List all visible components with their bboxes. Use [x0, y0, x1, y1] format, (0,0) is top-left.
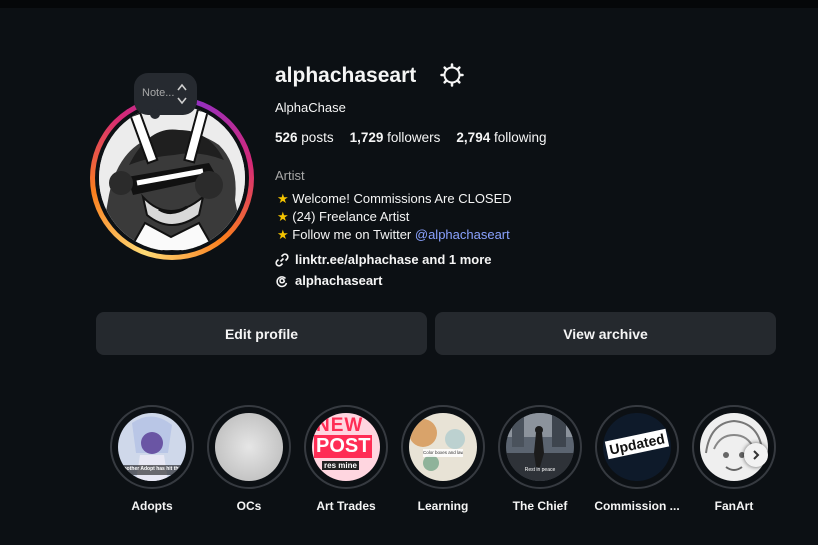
note-scroll-icon — [177, 83, 187, 105]
highlight-ocs[interactable]: OCs — [205, 405, 293, 513]
profile-bio: ★ Welcome! Commissions Are CLOSED ★ (24)… — [277, 190, 512, 244]
highlight-art-trades[interactable]: NEW POST res mine Art Trades — [302, 405, 390, 513]
highlight-ring — [207, 405, 291, 489]
story-highlights: Another Adopt has hit the shop Adopts OC… — [108, 405, 778, 525]
avatar-image — [99, 105, 245, 251]
highlight-caption: res mine — [322, 461, 359, 470]
highlight-caption: POST — [314, 435, 373, 458]
threads-link[interactable]: alphachaseart — [275, 273, 382, 288]
view-archive-button[interactable]: View archive — [435, 312, 776, 355]
note-text: Note... — [142, 87, 175, 99]
profile-full-name: AlphaChase — [275, 100, 346, 115]
highlight-label: Commission ... — [594, 499, 680, 513]
note-bubble[interactable]: Note... — [134, 73, 197, 115]
bio-line: ★ Follow me on Twitter @alphachaseart — [277, 226, 512, 244]
highlight-the-chief[interactable]: Rest in peace The Chief — [496, 405, 584, 513]
highlight-cover: NEW POST res mine — [312, 413, 380, 481]
edit-profile-button[interactable]: Edit profile — [96, 312, 427, 355]
bio-line: ★ Welcome! Commissions Are CLOSED — [277, 190, 512, 208]
highlight-learning[interactable]: Color boxes and laws Learning — [399, 405, 487, 513]
highlight-cover: Rest in peace — [506, 413, 574, 481]
highlight-caption: Another Adopt has hit the shop — [120, 466, 184, 472]
highlight-caption: Updated — [604, 428, 670, 460]
gear-icon[interactable] — [440, 63, 464, 87]
chevron-right-icon[interactable] — [744, 443, 768, 467]
highlight-cover: Updated — [603, 413, 671, 481]
highlight-caption: Color boxes and laws — [423, 450, 463, 455]
highlight-label: Art Trades — [316, 499, 376, 513]
twitter-mention-link[interactable]: @alphachaseart — [415, 227, 510, 242]
highlight-cover: Color boxes and laws — [409, 413, 477, 481]
posts-label: posts — [301, 130, 334, 145]
bio-text: Welcome! Commissions Are CLOSED — [292, 191, 512, 206]
highlight-cover — [215, 413, 283, 481]
following-label: following — [493, 130, 547, 145]
highlight-label: Adopts — [131, 499, 173, 513]
highlight-adopts[interactable]: Another Adopt has hit the shop Adopts — [108, 405, 196, 513]
bio-text: Follow me on Twitter — [292, 227, 415, 242]
following-stat[interactable]: 2,794 following — [456, 130, 546, 145]
bio-line: ★ (24) Freelance Artist — [277, 208, 512, 226]
posts-count: 526 — [275, 130, 298, 145]
link-icon — [275, 252, 289, 267]
highlight-cover: Another Adopt has hit the shop — [118, 413, 186, 481]
highlight-ring: Another Adopt has hit the shop — [110, 405, 194, 489]
profile-avatar[interactable] — [90, 96, 254, 260]
followers-stat[interactable]: 1,729 followers — [350, 130, 441, 145]
followers-label: followers — [387, 130, 441, 145]
star-icon: ★ — [277, 227, 289, 242]
highlight-ring: Rest in peace — [498, 405, 582, 489]
highlight-label: OCs — [236, 499, 262, 513]
note-tail — [150, 109, 160, 119]
highlight-ring: Updated — [595, 405, 679, 489]
posts-stat: 526 posts — [275, 130, 334, 145]
profile-category: Artist — [275, 168, 305, 183]
threads-icon — [276, 275, 288, 287]
highlight-ring: NEW POST res mine — [304, 405, 388, 489]
star-icon: ★ — [277, 191, 289, 206]
following-count: 2,794 — [456, 130, 491, 145]
highlight-label: FanArt — [714, 499, 754, 513]
chevron-right-glyph — [753, 450, 760, 460]
highlight-caption: Rest in peace — [524, 467, 556, 473]
highlight-label: Learning — [417, 499, 469, 513]
external-link[interactable]: linktr.ee/alphachase and 1 more — [275, 252, 492, 267]
highlight-caption: NEW — [316, 415, 364, 436]
profile-stats: 526 posts 1,729 followers 2,794 followin… — [275, 130, 547, 145]
highlight-commission[interactable]: Updated Commission ... — [593, 405, 681, 513]
highlight-label: The Chief — [512, 499, 568, 513]
threads-handle: alphachaseart — [295, 273, 383, 288]
link-text: linktr.ee/alphachase and 1 more — [295, 252, 492, 267]
star-icon: ★ — [277, 209, 289, 224]
highlight-ring: Color boxes and laws — [401, 405, 485, 489]
top-bar — [0, 0, 818, 8]
bio-text: (24) Freelance Artist — [292, 209, 410, 224]
followers-count: 1,729 — [349, 130, 384, 145]
profile-username: alphachaseart — [275, 64, 417, 87]
